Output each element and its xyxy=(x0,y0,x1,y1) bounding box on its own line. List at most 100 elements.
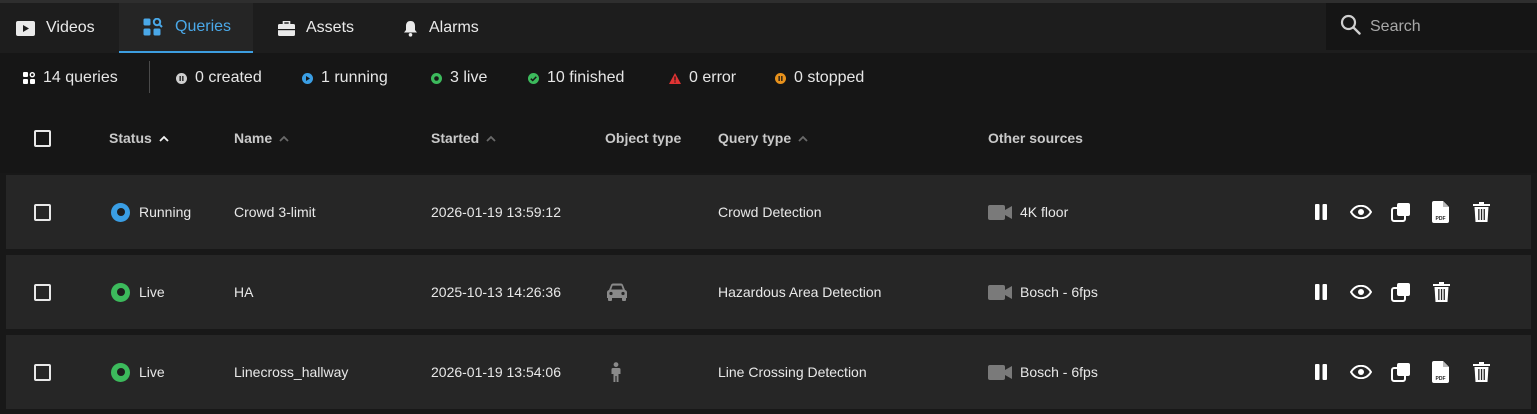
table-row[interactable]: Live Linecross_hallway 2026-01-19 13:54:… xyxy=(6,335,1531,409)
video-icon xyxy=(16,20,35,36)
pause-button[interactable] xyxy=(1309,175,1333,249)
stat-created-label: 0 created xyxy=(195,69,262,86)
duplicate-button[interactable] xyxy=(1389,255,1413,329)
copy-icon xyxy=(1391,363,1410,382)
live-status-icon xyxy=(431,72,442,84)
select-all-checkbox-wrap xyxy=(34,103,51,173)
stat-finished: 10 finished xyxy=(528,53,624,103)
column-other-sources-label: Other sources xyxy=(988,130,1083,146)
select-all-checkbox[interactable] xyxy=(34,129,51,147)
tab-label: Queries xyxy=(175,18,232,35)
stat-total: 14 queries xyxy=(23,53,118,103)
tab-videos[interactable]: Videos xyxy=(16,3,95,53)
column-query-type[interactable]: Query type xyxy=(718,103,808,173)
view-button[interactable] xyxy=(1349,175,1373,249)
source-cell: Bosch - 6fps xyxy=(988,255,1098,329)
source-label: Bosch - 6fps xyxy=(1020,364,1098,380)
status-cell: Live xyxy=(111,255,165,329)
sort-up-icon xyxy=(159,135,169,142)
eye-icon xyxy=(1350,365,1372,379)
stat-running-label: 1 running xyxy=(321,69,388,86)
table-row[interactable]: Live HA 2025-10-13 14:26:36 Hazardous Ar… xyxy=(6,255,1531,329)
sort-up-icon xyxy=(486,135,496,142)
stat-error: 0 error xyxy=(669,53,736,103)
running-status-icon xyxy=(302,72,313,84)
car-icon xyxy=(606,283,628,301)
started-time: 2026-01-19 13:54:06 xyxy=(431,364,561,380)
table-row[interactable]: Running Crowd 3-limit 2026-01-19 13:59:1… xyxy=(6,175,1531,249)
stat-finished-label: 10 finished xyxy=(547,69,625,86)
copy-icon xyxy=(1391,283,1410,302)
stopped-status-icon xyxy=(775,72,786,84)
stat-running: 1 running xyxy=(302,53,388,103)
eye-icon xyxy=(1350,285,1372,299)
pause-button[interactable] xyxy=(1309,255,1333,329)
stat-live: 3 live xyxy=(431,53,487,103)
row-checkbox[interactable] xyxy=(34,203,51,221)
check-circle-icon xyxy=(528,72,539,84)
duplicate-button[interactable] xyxy=(1389,175,1413,249)
pause-button[interactable] xyxy=(1309,335,1333,409)
briefcase-icon xyxy=(278,20,295,36)
source-cell: 4K floor xyxy=(988,175,1068,249)
pdf-export-button[interactable]: PDF xyxy=(1429,335,1453,409)
source-label: 4K floor xyxy=(1020,204,1069,220)
running-status-icon xyxy=(111,202,130,222)
stat-created: 0 created xyxy=(176,53,262,103)
stat-live-label: 3 live xyxy=(450,69,488,86)
camera-icon xyxy=(988,284,1012,300)
status-label: Live xyxy=(139,364,165,380)
column-other-sources[interactable]: Other sources xyxy=(988,103,1083,173)
duplicate-button[interactable] xyxy=(1389,335,1413,409)
tab-label: Assets xyxy=(306,19,355,36)
column-object-type-label: Object type xyxy=(605,130,682,146)
eye-icon xyxy=(1350,205,1372,219)
sort-up-icon xyxy=(279,135,289,142)
delete-button[interactable] xyxy=(1469,335,1493,409)
column-status[interactable]: Status xyxy=(109,103,169,173)
pdf-export-button[interactable]: PDF xyxy=(1429,175,1453,249)
person-icon xyxy=(610,362,622,382)
row-checkbox-wrap xyxy=(34,335,51,409)
pause-icon xyxy=(1315,204,1327,220)
svg-text:PDF: PDF xyxy=(1436,216,1446,222)
tab-assets[interactable]: Assets xyxy=(278,3,354,53)
started-time: 2026-01-19 13:59:12 xyxy=(431,204,561,220)
row-checkbox-wrap xyxy=(34,175,51,249)
column-started-label: Started xyxy=(431,130,480,146)
trash-icon xyxy=(1432,282,1450,302)
delete-button[interactable] xyxy=(1469,175,1493,249)
query-type: Hazardous Area Detection xyxy=(718,284,882,300)
column-name[interactable]: Name xyxy=(234,103,289,173)
tab-label: Alarms xyxy=(429,19,479,36)
pause-icon xyxy=(1315,364,1327,380)
search-box xyxy=(1326,3,1537,50)
query-summary: 14 queries 0 created 1 running 3 live 10… xyxy=(0,53,1537,103)
query-type: Line Crossing Detection xyxy=(718,364,867,380)
stat-total-label: 14 queries xyxy=(43,69,118,86)
source-cell: Bosch - 6fps xyxy=(988,335,1098,409)
query-type: Crowd Detection xyxy=(718,204,822,220)
row-checkbox[interactable] xyxy=(34,283,51,301)
stat-stopped: 0 stopped xyxy=(775,53,864,103)
search-input[interactable] xyxy=(1370,17,1530,36)
column-object-type[interactable]: Object type xyxy=(605,103,681,173)
tab-queries[interactable]: Queries xyxy=(119,3,253,53)
view-button[interactable] xyxy=(1349,335,1373,409)
status-label: Running xyxy=(139,204,192,220)
column-name-label: Name xyxy=(234,130,273,146)
live-status-icon xyxy=(111,282,130,302)
queries-icon xyxy=(23,72,35,84)
table-header: Status Name Started Object type Query ty… xyxy=(0,103,1537,173)
column-started[interactable]: Started xyxy=(431,103,496,173)
pdf-icon: PDF xyxy=(1432,361,1449,383)
camera-icon xyxy=(988,204,1012,220)
view-button[interactable] xyxy=(1349,255,1373,329)
divider xyxy=(149,61,150,93)
row-checkbox[interactable] xyxy=(34,363,51,381)
svg-text:PDF: PDF xyxy=(1436,376,1446,382)
tab-label: Videos xyxy=(46,19,95,36)
status-label: Live xyxy=(139,284,165,300)
tab-alarms[interactable]: Alarms xyxy=(403,3,479,53)
delete-button[interactable] xyxy=(1429,255,1453,329)
